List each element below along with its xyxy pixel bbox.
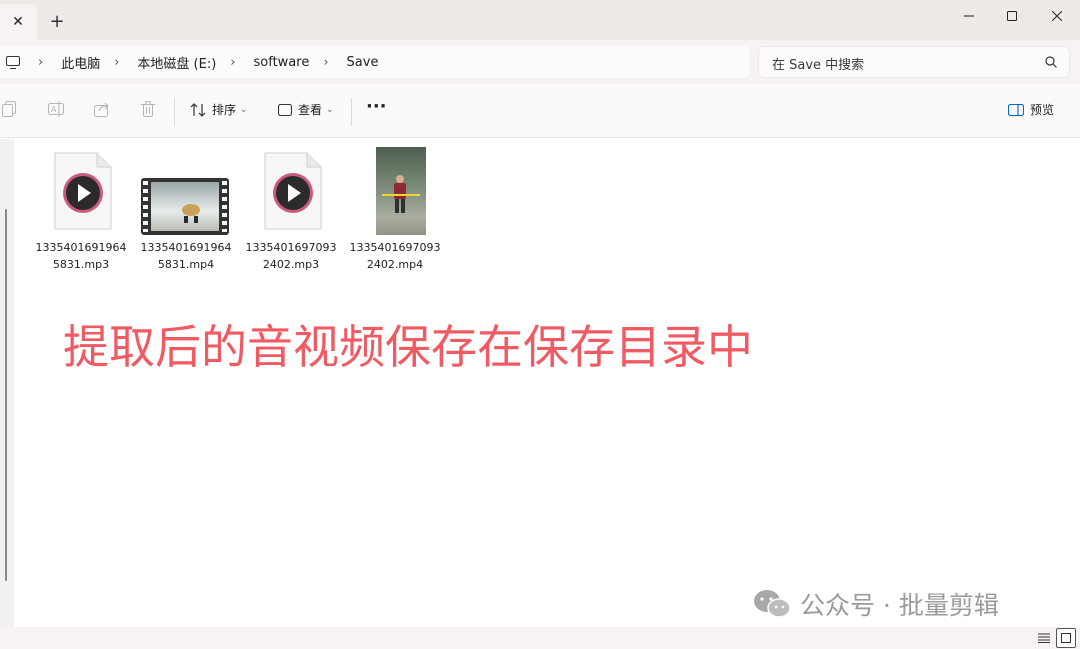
maximize-icon	[1007, 11, 1017, 21]
active-tab[interactable]: ✕	[0, 4, 37, 40]
copy-icon	[2, 101, 16, 117]
preview-label: 预览	[1030, 103, 1055, 117]
chevron-down-icon: ⌄	[326, 104, 334, 115]
breadcrumb-separator[interactable]: ›	[114, 55, 119, 70]
video-file-icon	[376, 147, 426, 235]
breadcrumb-item-software[interactable]: software	[254, 55, 310, 70]
toolbar-divider	[351, 98, 352, 126]
sort-icon	[190, 102, 206, 117]
file-name: 13354016919645831.mp3	[35, 241, 127, 271]
maximize-button[interactable]	[989, 4, 1035, 28]
file-name: 13354016970932402.mp4	[349, 241, 441, 271]
share-button[interactable]	[94, 101, 110, 117]
file-thumbnail	[138, 147, 234, 237]
file-name: 13354016970932402.mp3	[245, 241, 337, 271]
view-label: 查看	[298, 103, 323, 117]
breadcrumb-separator[interactable]: ›	[323, 55, 328, 70]
pc-icon[interactable]	[2, 55, 24, 69]
breadcrumb-item-save[interactable]: Save	[347, 55, 379, 70]
command-bar: A 排序 ⌄ 查看 ⌄ ··· 预览	[0, 84, 1080, 138]
sort-label: 排序	[212, 103, 237, 117]
title-bar: ✕ +	[0, 0, 1080, 40]
preview-pane-icon	[1008, 103, 1024, 116]
audio-file-icon	[54, 152, 112, 230]
file-item[interactable]: 13354016970932402.mp4	[347, 147, 443, 273]
wechat-icon	[754, 590, 791, 618]
details-view-button[interactable]	[1034, 628, 1054, 648]
file-name: 13354016919645831.mp4	[140, 241, 232, 271]
video-preview-image	[382, 175, 420, 213]
sort-button[interactable]: 排序 ⌄	[190, 101, 248, 118]
file-thumbnail	[347, 147, 443, 237]
close-window-button[interactable]	[1034, 4, 1080, 28]
breadcrumb-separator[interactable]: ›	[230, 55, 235, 70]
rename-button[interactable]: A	[48, 101, 64, 117]
navigation-pane[interactable]	[0, 139, 14, 627]
file-list-pane[interactable]: 13354016919645831.mp3 13354016919645831.…	[0, 139, 1080, 627]
preview-button[interactable]: 预览	[1008, 101, 1054, 118]
delete-icon	[141, 101, 155, 117]
close-icon	[1052, 11, 1062, 21]
svg-text:A: A	[51, 105, 57, 114]
large-icons-view-icon	[1061, 633, 1071, 643]
watermark-text: 公众号 · 批量剪辑	[800, 591, 999, 620]
close-tab-button[interactable]: ✕	[8, 12, 28, 32]
copy-button[interactable]	[2, 101, 16, 117]
breadcrumb-item-drive-e[interactable]: 本地磁盘 (E:)	[137, 53, 216, 72]
scrollbar[interactable]	[5, 209, 7, 581]
delete-button[interactable]	[141, 101, 155, 117]
toolbar-divider	[174, 98, 175, 126]
minimize-icon	[964, 15, 974, 17]
breadcrumb[interactable]: › 此电脑 › 本地磁盘 (E:) › software › Save	[0, 46, 750, 78]
file-item[interactable]: 13354016919645831.mp3	[33, 147, 129, 273]
file-item[interactable]: 13354016919645831.mp4	[138, 147, 234, 273]
file-thumbnail	[33, 147, 129, 237]
share-icon	[94, 102, 109, 117]
search-icon[interactable]	[1045, 56, 1057, 68]
watermark: 公众号 · 批量剪辑	[752, 586, 999, 622]
breadcrumb-separator[interactable]: ›	[38, 55, 43, 70]
chevron-down-icon: ⌄	[240, 104, 248, 115]
file-thumbnail	[243, 147, 339, 237]
view-button[interactable]: 查看 ⌄	[278, 101, 334, 118]
new-tab-button[interactable]: +	[47, 12, 67, 32]
status-bar	[0, 627, 1080, 649]
rename-icon: A	[48, 101, 64, 117]
annotation-caption: 提取后的音视频保存在保存目录中	[63, 320, 753, 374]
more-options-button[interactable]: ···	[366, 96, 387, 117]
view-icon	[278, 103, 292, 116]
large-icons-view-button[interactable]	[1056, 628, 1076, 648]
address-bar: › 此电脑 › 本地磁盘 (E:) › software › Save 在 Sa…	[0, 40, 1080, 84]
video-file-icon	[141, 178, 229, 235]
minimize-button[interactable]	[946, 4, 992, 28]
search-input[interactable]: 在 Save 中搜索	[758, 46, 1070, 78]
breadcrumb-item-this-pc[interactable]: 此电脑	[61, 53, 100, 72]
search-placeholder: 在 Save 中搜索	[772, 58, 865, 73]
file-item[interactable]: 13354016970932402.mp3	[243, 147, 339, 273]
details-view-icon	[1038, 633, 1050, 643]
video-preview-image	[182, 204, 200, 223]
audio-file-icon	[264, 152, 322, 230]
